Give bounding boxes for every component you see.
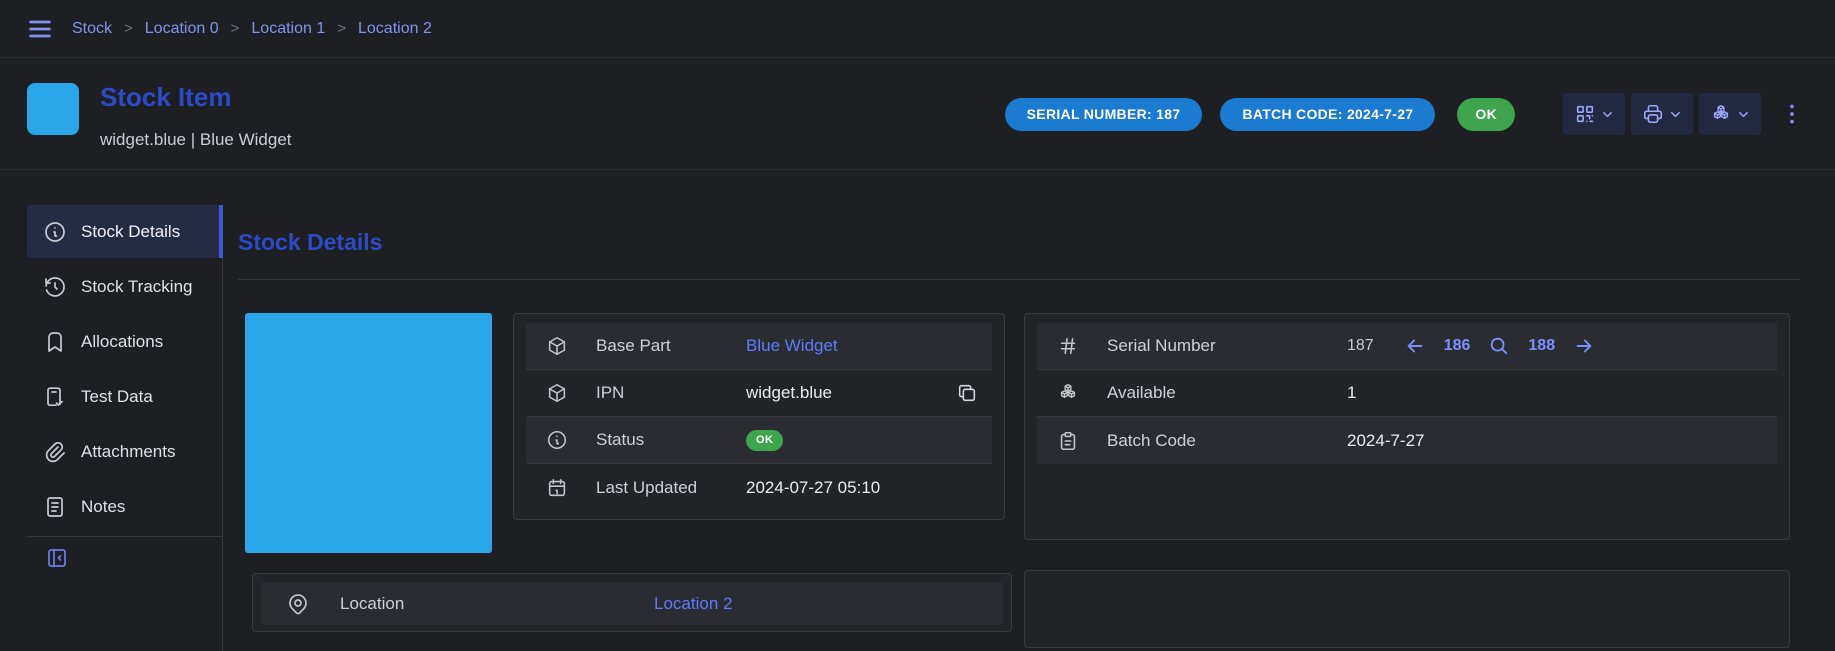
file-check-icon	[43, 385, 67, 409]
breadcrumb-separator: >	[231, 20, 240, 37]
sidebar-item-label: Notes	[81, 497, 125, 517]
arrow-left-icon[interactable]	[1404, 335, 1426, 357]
map-pin-icon	[286, 592, 310, 616]
page-header: Stock Item widget.blue | Blue Widget SER…	[0, 58, 1835, 170]
header-actions: SERIAL NUMBER: 187 BATCH CODE: 2024-7-27…	[1005, 58, 1805, 170]
panel-title: Stock Details	[238, 229, 382, 256]
part-image[interactable]	[245, 313, 492, 553]
base-part-link[interactable]: Blue Widget	[746, 336, 838, 356]
printer-icon	[1642, 103, 1664, 125]
more-actions-menu[interactable]	[1779, 97, 1805, 131]
chevron-down-icon	[1600, 107, 1615, 122]
calendar-icon	[546, 477, 568, 499]
sidebar-item-label: Test Data	[81, 387, 153, 407]
qrcode-icon	[1574, 103, 1596, 125]
batch-code-badge: BATCH CODE: 2024-7-27	[1220, 98, 1435, 131]
box-icon	[546, 335, 568, 357]
serial-current-value: 187	[1347, 337, 1374, 355]
base-part-row: Base Part Blue Widget	[526, 323, 992, 370]
last-updated-value: 2024-07-27 05:10	[746, 478, 880, 498]
status-row: Status OK	[526, 417, 992, 464]
chevron-down-icon	[1668, 107, 1683, 122]
ipn-value: widget.blue	[746, 383, 832, 403]
location-label: Location	[340, 594, 654, 614]
page-subtitle: widget.blue | Blue Widget	[100, 130, 292, 150]
available-row: Available 1	[1037, 370, 1777, 417]
status-ok-chip: OK	[746, 430, 783, 451]
breadcrumb-location-2[interactable]: Location 2	[358, 20, 432, 38]
top-navbar: Stock > Location 0 > Location 1 > Locati…	[0, 0, 1835, 58]
serial-number-row: Serial Number 187 186 188	[1037, 323, 1777, 370]
arrow-right-icon[interactable]	[1573, 335, 1595, 357]
sidebar-item-test-data[interactable]: Test Data	[27, 370, 223, 423]
breadcrumb-separator: >	[124, 20, 133, 37]
breadcrumb-separator: >	[337, 20, 346, 37]
sidebar-item-stock-details[interactable]: Stock Details	[27, 205, 223, 258]
serial-navigation: 187 186 188	[1347, 335, 1595, 357]
chevron-down-icon	[1736, 107, 1751, 122]
sidebar-item-allocations[interactable]: Allocations	[27, 315, 223, 368]
sidebar-collapse-icon[interactable]	[45, 546, 69, 570]
bookmark-icon	[43, 330, 67, 354]
page-title: Stock Item	[100, 82, 232, 113]
search-icon[interactable]	[1488, 335, 1510, 357]
hash-icon	[1057, 335, 1079, 357]
serial-number-label: Serial Number	[1107, 336, 1347, 356]
barcode-actions-button[interactable]	[1563, 93, 1625, 135]
available-label: Available	[1107, 383, 1347, 403]
copy-icon[interactable]	[956, 382, 978, 404]
last-updated-row: Last Updated 2024-07-27 05:10	[526, 464, 992, 511]
base-part-label: Base Part	[596, 336, 746, 356]
panel-divider	[238, 279, 1800, 280]
breadcrumb-location-1[interactable]: Location 1	[251, 20, 325, 38]
info-circle-icon	[43, 220, 67, 244]
status-label: Status	[596, 430, 746, 450]
ipn-label: IPN	[596, 383, 746, 403]
ipn-row: IPN widget.blue	[526, 370, 992, 417]
location-row: Location Location 2	[261, 582, 1003, 625]
part-details-card: Base Part Blue Widget IPN widget.blue St…	[513, 313, 1005, 520]
history-icon	[43, 275, 67, 299]
sidebar-item-label: Stock Details	[81, 222, 180, 242]
packages-icon	[1057, 382, 1079, 404]
breadcrumb-location-0[interactable]: Location 0	[145, 20, 219, 38]
sidebar-item-label: Allocations	[81, 332, 163, 352]
last-updated-label: Last Updated	[596, 478, 746, 498]
print-actions-button[interactable]	[1631, 93, 1693, 135]
sidebar-item-label: Attachments	[81, 442, 176, 462]
sidebar-item-notes[interactable]: Notes	[27, 480, 223, 533]
sidebar-item-attachments[interactable]: Attachments	[27, 425, 223, 478]
stock-details-card: Serial Number 187 186 188 Available 1 Ba…	[1024, 313, 1790, 540]
part-thumbnail[interactable]	[27, 83, 79, 135]
location-link[interactable]: Location 2	[654, 594, 732, 614]
sidebar-item-label: Stock Tracking	[81, 277, 193, 297]
location-card: Location Location 2	[252, 573, 1012, 632]
breadcrumb-stock[interactable]: Stock	[72, 20, 112, 38]
available-value: 1	[1347, 383, 1356, 403]
sidebar-bottom-divider	[27, 536, 223, 537]
status-ok-badge: OK	[1457, 98, 1515, 131]
serial-prev-link[interactable]: 186	[1444, 337, 1471, 355]
serial-next-link[interactable]: 188	[1528, 337, 1555, 355]
menu-icon[interactable]	[26, 15, 54, 43]
sidebar-item-stock-tracking[interactable]: Stock Tracking	[27, 260, 223, 313]
packages-icon	[1710, 103, 1732, 125]
info-circle-icon	[546, 429, 568, 451]
paperclip-icon	[43, 440, 67, 464]
sidebar-nav: Stock Details Stock Tracking Allocations…	[27, 205, 223, 533]
notes-icon	[43, 495, 67, 519]
empty-detail-card	[1024, 570, 1790, 648]
batch-code-label: Batch Code	[1107, 431, 1347, 451]
batch-code-row: Batch Code 2024-7-27	[1037, 417, 1777, 464]
box-icon	[546, 382, 568, 404]
breadcrumb: Stock > Location 0 > Location 1 > Locati…	[72, 20, 432, 38]
clipboard-icon	[1057, 430, 1079, 452]
batch-code-value: 2024-7-27	[1347, 431, 1425, 451]
serial-number-badge: SERIAL NUMBER: 187	[1005, 98, 1203, 131]
stock-actions-button[interactable]	[1699, 93, 1761, 135]
